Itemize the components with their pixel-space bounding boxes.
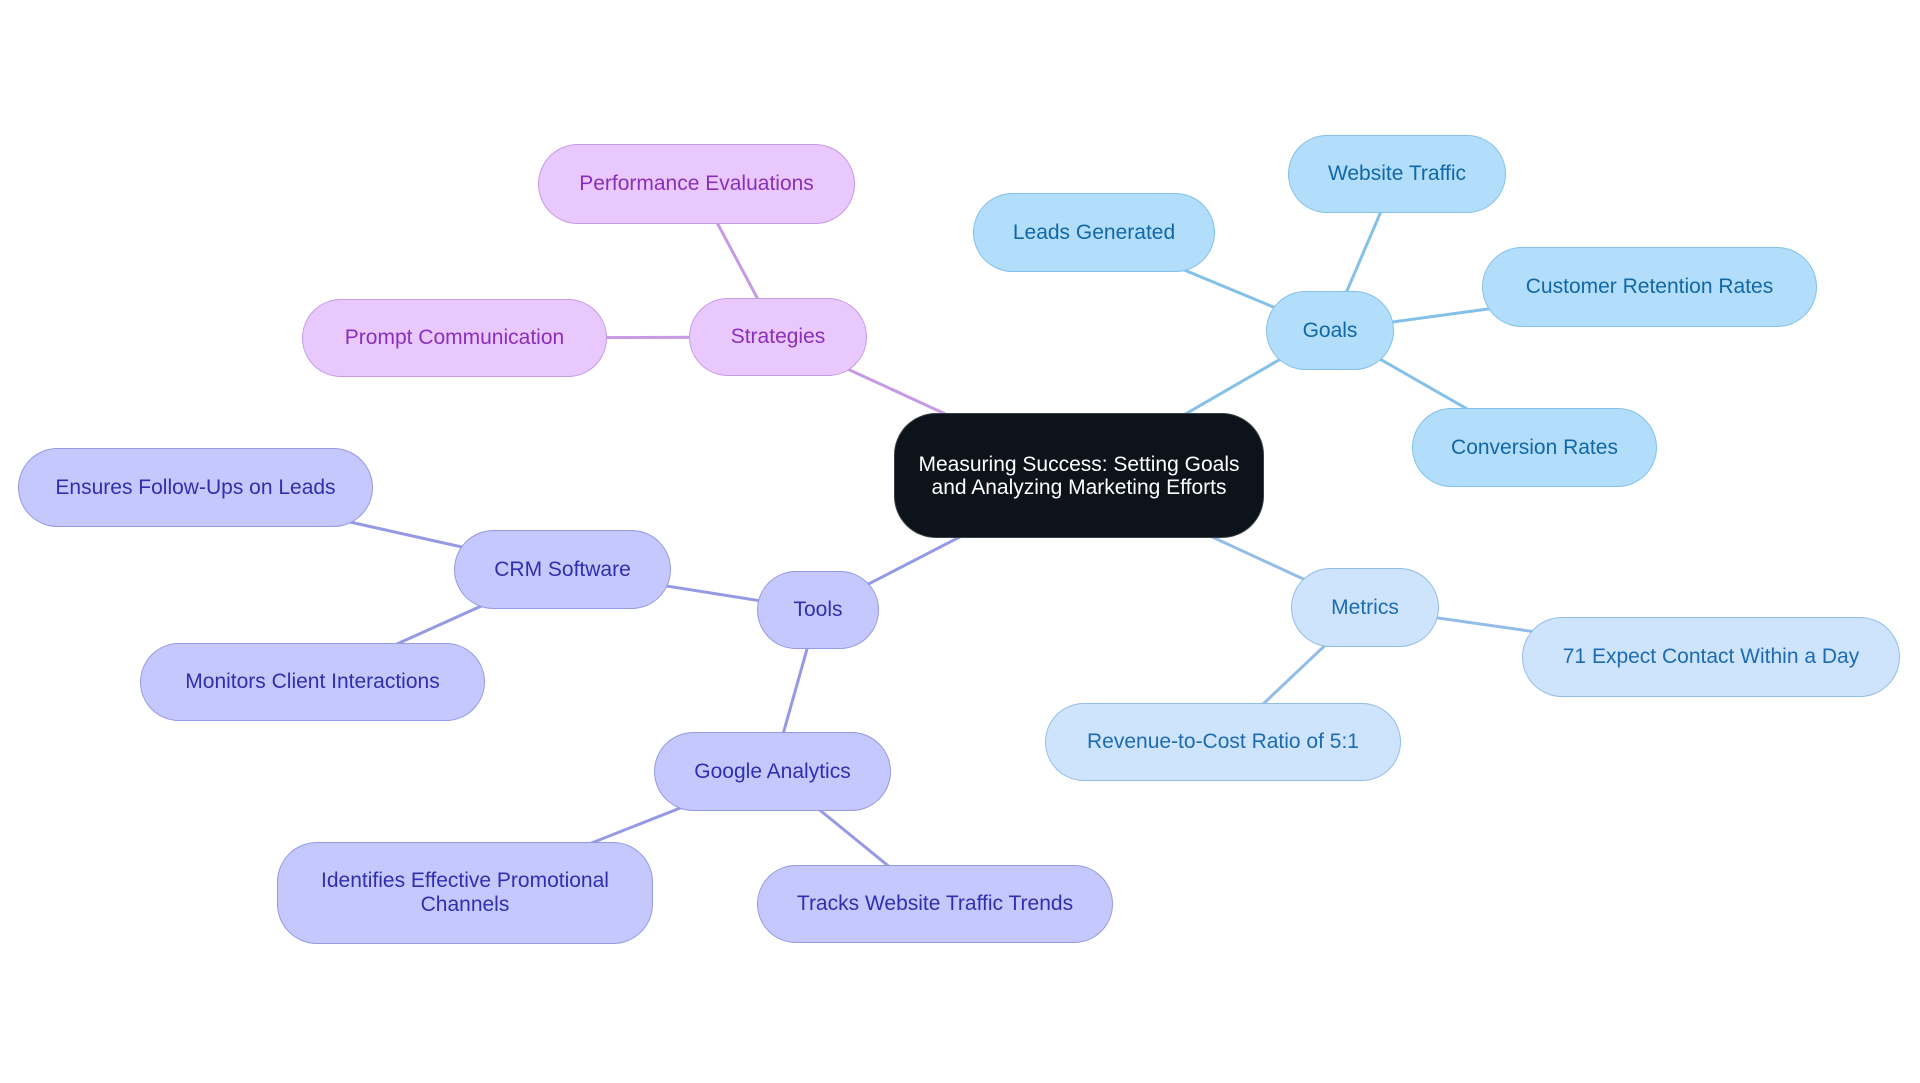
node-goals[interactable]: Goals bbox=[1266, 291, 1394, 370]
node-leads-generated[interactable]: Leads Generated bbox=[973, 193, 1215, 272]
node-customer-retention-rates[interactable]: Customer Retention Rates bbox=[1482, 247, 1817, 327]
root-node[interactable]: Measuring Success: Setting Goals and Ana… bbox=[894, 413, 1264, 538]
node-monitors-client[interactable]: Monitors Client Interactions bbox=[140, 643, 485, 721]
node-conversion-rates[interactable]: Conversion Rates bbox=[1412, 408, 1657, 487]
node-google-analytics[interactable]: Google Analytics bbox=[654, 732, 891, 811]
node-strategies[interactable]: Strategies bbox=[689, 298, 867, 376]
node-identifies-channels[interactable]: Identifies Effective Promotional Channel… bbox=[277, 842, 653, 944]
node-tools[interactable]: Tools bbox=[757, 571, 879, 649]
node-metrics[interactable]: Metrics bbox=[1291, 568, 1439, 647]
node-website-traffic[interactable]: Website Traffic bbox=[1288, 135, 1506, 213]
node-expect-contact[interactable]: 71 Expect Contact Within a Day bbox=[1522, 617, 1900, 697]
node-performance-evaluations[interactable]: Performance Evaluations bbox=[538, 144, 855, 224]
node-prompt-communication[interactable]: Prompt Communication bbox=[302, 299, 607, 377]
node-crm-software[interactable]: CRM Software bbox=[454, 530, 671, 609]
node-ensures-follow-ups[interactable]: Ensures Follow-Ups on Leads bbox=[18, 448, 373, 527]
node-revenue-ratio[interactable]: Revenue-to-Cost Ratio of 5:1 bbox=[1045, 703, 1401, 781]
node-tracks-traffic[interactable]: Tracks Website Traffic Trends bbox=[757, 865, 1113, 943]
